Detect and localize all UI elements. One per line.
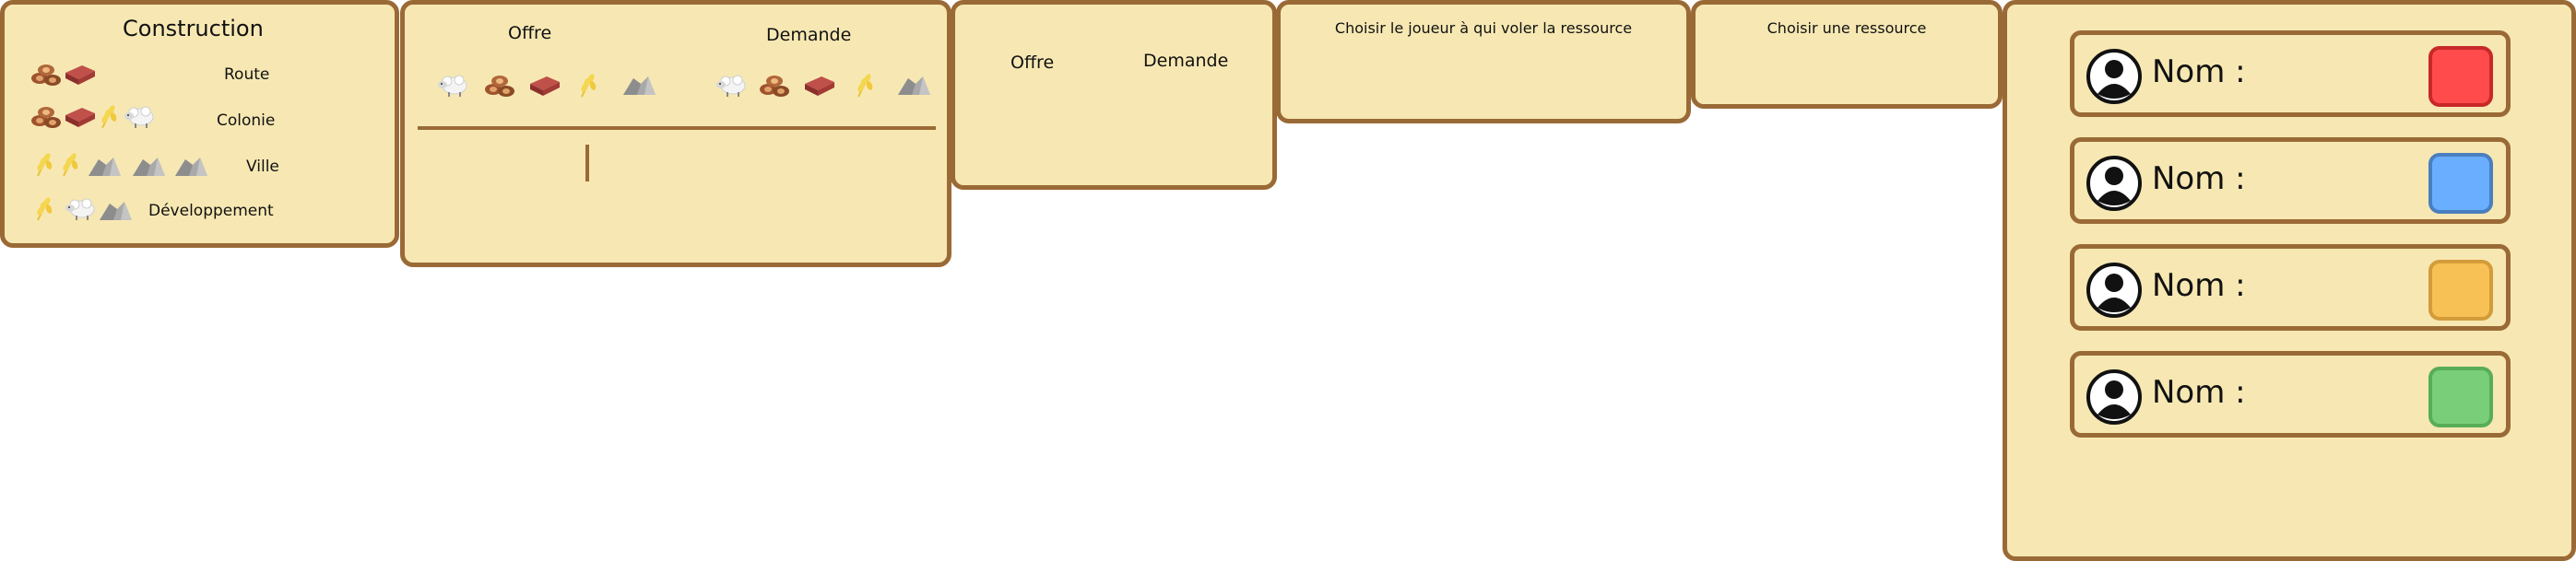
offer-ore-icon[interactable]	[620, 71, 657, 99]
player-name-label: Nom :	[2152, 267, 2246, 304]
offer-summary-label: Offre	[1010, 53, 1055, 73]
player-color-swatch[interactable]	[2428, 260, 2493, 321]
sheep-icon	[121, 102, 158, 130]
wood-icon	[29, 102, 65, 130]
wheat-icon	[29, 194, 65, 222]
construction-developpement-label: Développement	[148, 202, 274, 220]
ore-icon	[172, 152, 209, 180]
ore-icon	[86, 152, 123, 180]
player-name-label: Nom :	[2152, 53, 2246, 90]
offer-label: Offre	[508, 23, 552, 43]
player-row[interactable]: Nom :	[2070, 244, 2511, 331]
trade-cursor	[585, 145, 589, 181]
steal-player-title: Choisir le joueur à qui voler la ressour…	[1334, 19, 1633, 37]
player-row[interactable]: Nom :	[2070, 351, 2511, 438]
offer-wheat-icon[interactable]	[573, 71, 609, 99]
ore-icon	[97, 196, 134, 224]
construction-colonie-label: Colonie	[217, 111, 276, 130]
demand-summary-label: Demande	[1143, 51, 1229, 71]
player-name-label: Nom :	[2152, 374, 2246, 411]
demand-ore-icon[interactable]	[895, 71, 932, 99]
construction-panel: Construction Route Colonie Ville Dévelop…	[0, 0, 399, 248]
construction-ville-label: Ville	[246, 158, 279, 176]
user-icon	[2086, 155, 2143, 212]
trade-divider	[418, 126, 936, 130]
demand-wood-icon[interactable]	[757, 71, 794, 99]
player-row[interactable]: Nom :	[2070, 30, 2511, 117]
offer-sheep-icon[interactable]	[434, 71, 471, 99]
steal-player-panel: Choisir le joueur à qui voler la ressour…	[1276, 0, 1691, 123]
sheep-icon	[62, 194, 99, 222]
user-icon	[2086, 262, 2143, 319]
construction-route-label: Route	[224, 65, 270, 84]
offer-brick-icon[interactable]	[526, 71, 563, 99]
demand-label: Demande	[766, 25, 852, 45]
user-icon	[2086, 368, 2143, 426]
demand-brick-icon[interactable]	[801, 71, 838, 99]
ore-icon	[130, 152, 167, 180]
trade-panel: Offre Demande	[400, 0, 951, 267]
player-name-label: Nom :	[2152, 160, 2246, 197]
player-color-swatch[interactable]	[2428, 153, 2493, 214]
demand-wheat-icon[interactable]	[849, 71, 886, 99]
player-row[interactable]: Nom :	[2070, 137, 2511, 224]
construction-title: Construction	[123, 16, 264, 41]
user-icon	[2086, 48, 2143, 105]
players-panel: Nom : Nom : Nom : Nom :	[2003, 0, 2576, 561]
offer-wood-icon[interactable]	[482, 71, 519, 99]
player-color-swatch[interactable]	[2428, 46, 2493, 107]
trade-summary-panel: Offre Demande	[951, 0, 1277, 190]
choose-resource-panel: Choisir une ressource	[1691, 0, 2003, 109]
brick-icon	[62, 60, 99, 88]
demand-sheep-icon[interactable]	[713, 71, 750, 99]
wood-icon	[29, 60, 65, 88]
player-color-swatch[interactable]	[2428, 367, 2493, 427]
choose-resource-title: Choisir une ressource	[1767, 19, 1927, 37]
